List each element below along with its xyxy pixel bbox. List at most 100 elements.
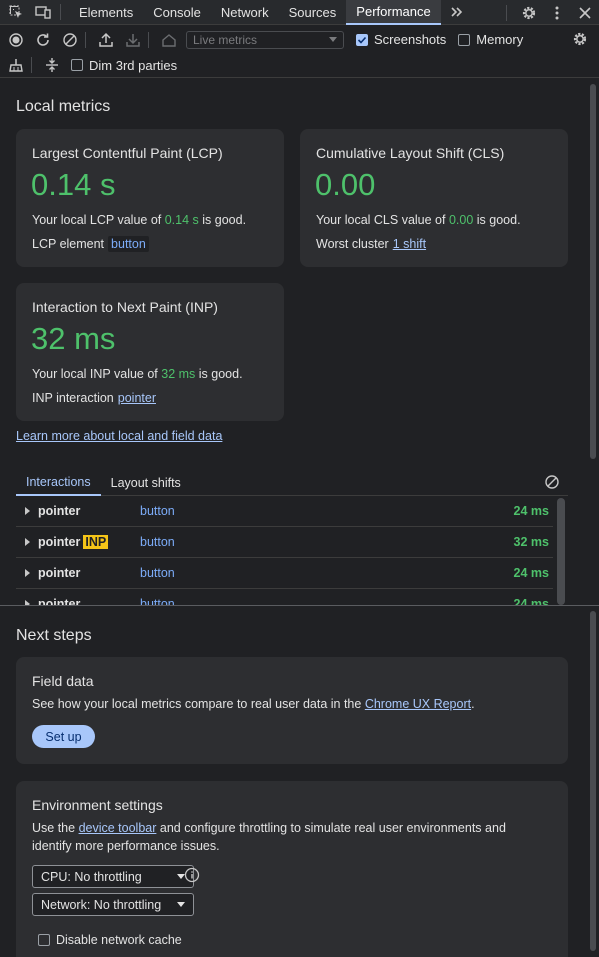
- live-metrics-select[interactable]: Live metrics: [186, 30, 344, 49]
- tab-interactions[interactable]: Interactions: [16, 470, 101, 496]
- info-icon[interactable]: [184, 867, 200, 886]
- expand-triangle-icon[interactable]: [25, 538, 30, 546]
- cpu-throttling-select[interactable]: CPU: No throttling: [32, 865, 194, 888]
- lcp-desc-prefix: Your local LCP value of: [32, 213, 165, 227]
- clear-icon[interactable]: [59, 29, 81, 51]
- lcp-element-node-link[interactable]: button: [108, 236, 149, 252]
- chevron-down-icon: [177, 902, 185, 907]
- tab-performance[interactable]: Performance: [346, 0, 441, 25]
- inp-interaction-label: INP interaction: [32, 391, 114, 405]
- expand-triangle-icon[interactable]: [25, 569, 30, 577]
- inp-title: Interaction to Next Paint (INP): [32, 299, 218, 315]
- set-up-button[interactable]: Set up: [32, 725, 95, 748]
- field-data-text-end: .: [471, 697, 475, 711]
- local-metrics-panel: Local metrics Largest Contentful Paint (…: [0, 79, 599, 605]
- interaction-element-link[interactable]: button: [140, 504, 175, 518]
- inp-desc-prefix: Your local INP value of: [32, 367, 162, 381]
- performance-toolbar-secondary: Dim 3rd parties: [0, 53, 599, 78]
- close-devtools-icon[interactable]: [574, 2, 596, 24]
- interaction-element-link[interactable]: button: [140, 566, 175, 580]
- cls-worst-cluster-link[interactable]: 1 shift: [393, 237, 426, 251]
- tab-layout-shifts[interactable]: Layout shifts: [101, 470, 191, 496]
- inp-card: Interaction to Next Paint (INP) 32 ms Yo…: [16, 283, 284, 421]
- inp-interaction-link[interactable]: pointer: [118, 391, 156, 405]
- cls-card: Cumulative Layout Shift (CLS) 0.00 Your …: [300, 129, 568, 267]
- next-steps-panel: Next steps Field data See how your local…: [0, 606, 599, 957]
- cpu-throttling-value: CPU: No throttling: [41, 869, 142, 884]
- performance-toolbar: Live metrics Screenshots Memory: [0, 26, 599, 53]
- checkbox-unchecked-icon: [458, 33, 471, 46]
- interaction-row[interactable]: pointer button 24 ms: [16, 496, 553, 527]
- screenshots-checkbox[interactable]: Screenshots: [356, 32, 446, 47]
- interaction-element-link[interactable]: button: [140, 597, 175, 605]
- home-icon[interactable]: [158, 29, 180, 51]
- checkbox-unchecked-icon: [38, 934, 50, 946]
- cls-value: 0.00: [315, 167, 376, 202]
- tab-sources[interactable]: Sources: [279, 0, 347, 25]
- field-data-text: See how your local metrics compare to re…: [32, 697, 365, 711]
- interactions-tabs: Interactions Layout shifts: [16, 470, 568, 496]
- inspect-element-icon[interactable]: [5, 1, 27, 23]
- network-throttling-select[interactable]: Network: No throttling: [32, 893, 194, 916]
- interaction-duration: 32 ms: [513, 535, 549, 549]
- interaction-row[interactable]: pointer button 24 ms: [16, 589, 553, 605]
- environment-settings-title: Environment settings: [32, 797, 163, 813]
- field-data-description: See how your local metrics compare to re…: [32, 695, 542, 713]
- network-throttling-value: Network: No throttling: [41, 897, 162, 912]
- disable-network-cache-checkbox[interactable]: Disable network cache: [38, 933, 182, 947]
- inp-badge: INP: [83, 535, 109, 549]
- download-icon[interactable]: [122, 29, 144, 51]
- interactions-scrollbar[interactable]: [557, 498, 565, 605]
- local-metrics-scrollbar[interactable]: [590, 84, 596, 459]
- record-icon[interactable]: [5, 29, 27, 51]
- local-metrics-title: Local metrics: [16, 98, 111, 115]
- memory-checkbox[interactable]: Memory: [458, 32, 523, 47]
- cls-description: Your local CLS value of 0.00 is good.: [316, 213, 521, 227]
- interaction-type: pointer: [38, 535, 81, 549]
- inp-desc-value: 32 ms: [161, 367, 196, 381]
- clear-interactions-icon[interactable]: [544, 474, 560, 493]
- lcp-element-row: LCP element button: [32, 236, 149, 252]
- tab-console[interactable]: Console: [143, 0, 211, 25]
- cls-worst-cluster-row: Worst cluster 1 shift: [316, 237, 426, 251]
- devtools-tabbar: Elements Console Network Sources Perform…: [0, 0, 599, 25]
- capture-settings-gear-icon[interactable]: [569, 28, 591, 50]
- lcp-element-label: LCP element: [32, 237, 105, 251]
- inp-description: Your local INP value of 32 ms is good.: [32, 367, 243, 381]
- settings-gear-icon[interactable]: [518, 2, 540, 24]
- tabbar-separator: [60, 4, 61, 20]
- interaction-row[interactable]: pointer button 24 ms: [16, 558, 553, 589]
- upload-icon[interactable]: [95, 29, 117, 51]
- collapse-vertical-icon[interactable]: [41, 54, 63, 76]
- next-steps-scrollbar[interactable]: [590, 611, 596, 951]
- inp-desc-suffix: is good.: [195, 367, 243, 381]
- device-toolbar-link[interactable]: device toolbar: [79, 821, 157, 835]
- inp-value: 32 ms: [31, 321, 116, 356]
- reload-record-icon[interactable]: [32, 29, 54, 51]
- disable-network-cache-label: Disable network cache: [56, 933, 182, 947]
- more-tabs-icon[interactable]: [446, 1, 468, 23]
- broom-icon[interactable]: [5, 54, 27, 76]
- interaction-element-link[interactable]: button: [140, 535, 175, 549]
- lcp-desc-suffix: is good.: [198, 213, 247, 227]
- toolbar-separator: [31, 57, 32, 73]
- next-steps-title: Next steps: [16, 627, 92, 644]
- device-toolbar-icon[interactable]: [32, 1, 54, 23]
- interaction-row[interactable]: pointer INP button 32 ms: [16, 527, 553, 558]
- cls-desc-value: 0.00: [448, 213, 474, 227]
- checkbox-unchecked-icon: [71, 59, 83, 71]
- learn-more-link[interactable]: Learn more about local and field data: [16, 429, 222, 443]
- live-metrics-select-value: Live metrics: [193, 32, 258, 47]
- toolbar-separator: [85, 31, 86, 48]
- lcp-value: 0.14 s: [31, 167, 116, 202]
- environment-settings-card: Environment settings Use the device tool…: [16, 781, 568, 957]
- expand-triangle-icon[interactable]: [25, 507, 30, 515]
- tab-network[interactable]: Network: [211, 0, 279, 25]
- dim-third-parties-checkbox[interactable]: Dim 3rd parties: [71, 58, 177, 73]
- cls-worst-cluster-label: Worst cluster: [316, 237, 389, 251]
- chrome-ux-report-link[interactable]: Chrome UX Report: [365, 697, 471, 711]
- kebab-menu-icon[interactable]: [546, 2, 568, 24]
- interactions-list: pointer button 24 ms pointer INP button …: [16, 496, 553, 605]
- interaction-duration: 24 ms: [513, 597, 549, 605]
- tab-elements[interactable]: Elements: [69, 0, 143, 25]
